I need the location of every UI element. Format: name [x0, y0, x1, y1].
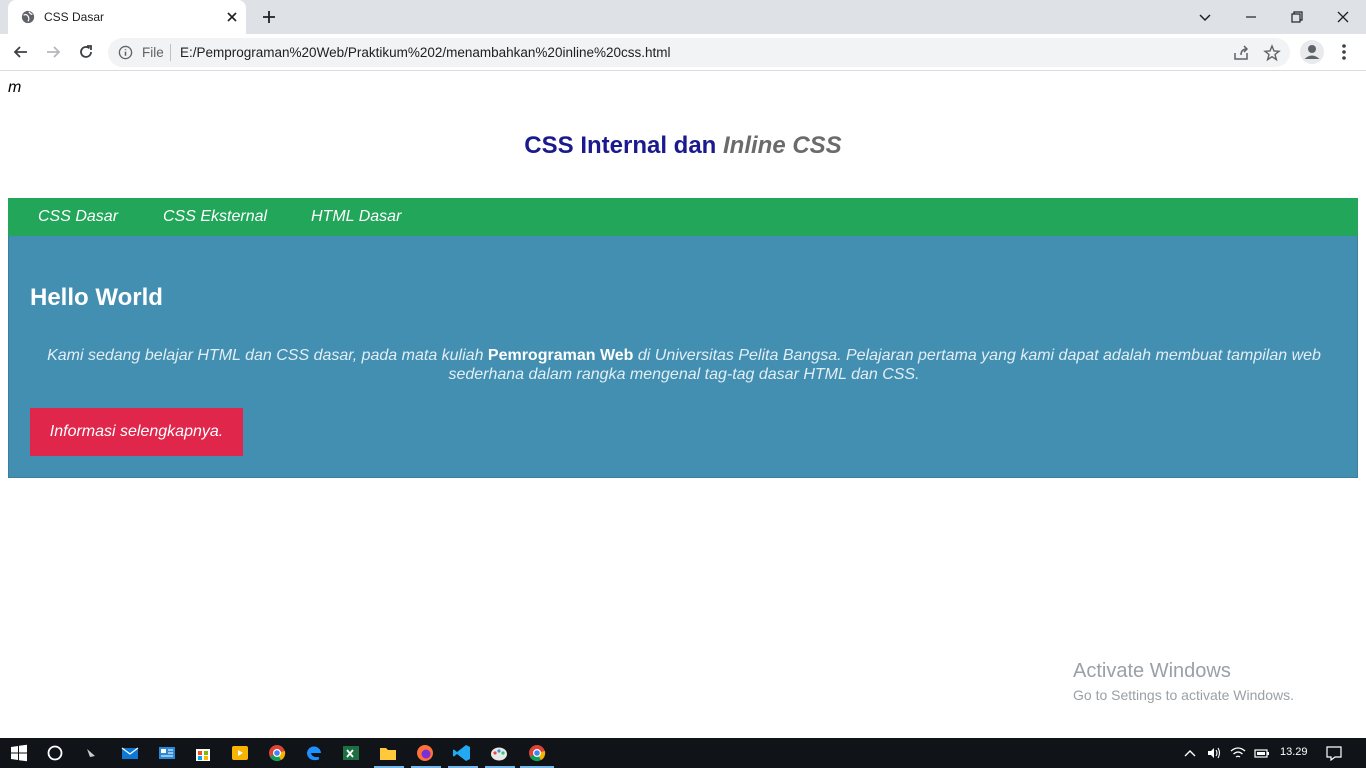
nav-link-html-dasar[interactable]: HTML Dasar — [311, 208, 401, 226]
search-icon[interactable] — [44, 742, 66, 764]
start-icon[interactable] — [8, 742, 30, 764]
bookmark-star-icon[interactable] — [1263, 44, 1281, 62]
new-tab-icon[interactable] — [260, 8, 278, 26]
more-info-button[interactable]: Informasi selengkapnya. — [30, 408, 243, 456]
paragraph-bold: Pemrograman Web — [487, 347, 634, 364]
file-explorer-icon[interactable] — [377, 742, 399, 764]
wifi-icon[interactable] — [1230, 746, 1246, 760]
page-viewport: m CSS Internal dan Inline CSS CSS Dasar … — [0, 72, 1366, 738]
show-hidden-icons-icon[interactable] — [1182, 746, 1198, 760]
paint-icon[interactable] — [488, 742, 510, 764]
taskbar-clock[interactable]: 13.29 — [1280, 746, 1308, 758]
url-separator — [170, 44, 171, 61]
info-icon[interactable] — [118, 45, 133, 60]
excel-icon[interactable] — [340, 742, 362, 764]
share-icon[interactable] — [1232, 44, 1250, 62]
taskview-icon[interactable] — [82, 742, 104, 764]
vscode-icon[interactable] — [451, 742, 473, 764]
nav-link-css-eksternal[interactable]: CSS Eksternal — [163, 208, 267, 226]
windows-taskbar: 13.29 — [0, 738, 1366, 768]
tab-search-icon[interactable] — [1194, 6, 1216, 28]
reload-icon[interactable] — [76, 42, 96, 62]
watermark-title: Activate Windows — [1073, 660, 1231, 682]
tab-strip: CSS Dasar — [0, 0, 1366, 34]
profile-avatar[interactable] — [1300, 40, 1324, 64]
browser-toolbar: File E:/Pemprograman%20Web/Praktikum%202… — [0, 34, 1366, 71]
mail-icon[interactable] — [119, 742, 141, 764]
person-icon — [1304, 45, 1320, 59]
stray-text: m — [8, 79, 22, 96]
back-arrow-icon[interactable] — [11, 42, 31, 62]
close-window-icon[interactable] — [1332, 6, 1354, 28]
more-menu-icon[interactable] — [1336, 42, 1352, 62]
paragraph-text-1: Kami sedang belajar HTML dan CSS dasar, … — [47, 347, 488, 364]
url-text[interactable]: E:/Pemprograman%20Web/Praktikum%202/mena… — [180, 45, 671, 60]
edge-icon[interactable] — [303, 742, 325, 764]
nav-link-css-dasar[interactable]: CSS Dasar — [38, 208, 118, 226]
notifications-icon[interactable] — [1325, 745, 1343, 761]
content-section: Hello World Kami sedang belajar HTML dan… — [8, 236, 1358, 478]
page-title-emphasis: Inline CSS — [723, 132, 842, 159]
browser-tab[interactable]: CSS Dasar — [8, 0, 246, 34]
chrome-icon[interactable] — [266, 742, 288, 764]
minimize-icon[interactable] — [1240, 6, 1262, 28]
address-bar[interactable]: File E:/Pemprograman%20Web/Praktikum%202… — [108, 38, 1290, 67]
section-heading: Hello World — [30, 284, 163, 311]
tab-title: CSS Dasar — [44, 10, 105, 24]
url-scheme-label: File — [142, 45, 164, 60]
volume-icon[interactable] — [1206, 746, 1222, 760]
globe-icon — [21, 10, 35, 24]
nav-bar: CSS Dasar CSS Eksternal HTML Dasar — [8, 198, 1358, 237]
battery-icon[interactable] — [1254, 746, 1270, 760]
section-paragraph: Kami sedang belajar HTML dan CSS dasar, … — [39, 346, 1329, 384]
activate-windows-watermark: Activate Windows Go to Settings to activ… — [1073, 660, 1294, 703]
close-tab-icon[interactable] — [224, 9, 240, 25]
watermark-subtitle: Go to Settings to activate Windows. — [1073, 687, 1294, 703]
firefox-icon[interactable] — [414, 742, 436, 764]
store-icon[interactable] — [192, 742, 214, 764]
news-icon[interactable] — [156, 742, 178, 764]
chrome-active-icon[interactable] — [526, 742, 548, 764]
page-title: CSS Internal dan Inline CSS — [0, 132, 1366, 160]
restore-icon[interactable] — [1286, 6, 1308, 28]
forward-arrow-icon[interactable] — [43, 42, 63, 62]
media-icon[interactable] — [229, 742, 251, 764]
page-title-main: CSS Internal dan — [524, 132, 723, 159]
